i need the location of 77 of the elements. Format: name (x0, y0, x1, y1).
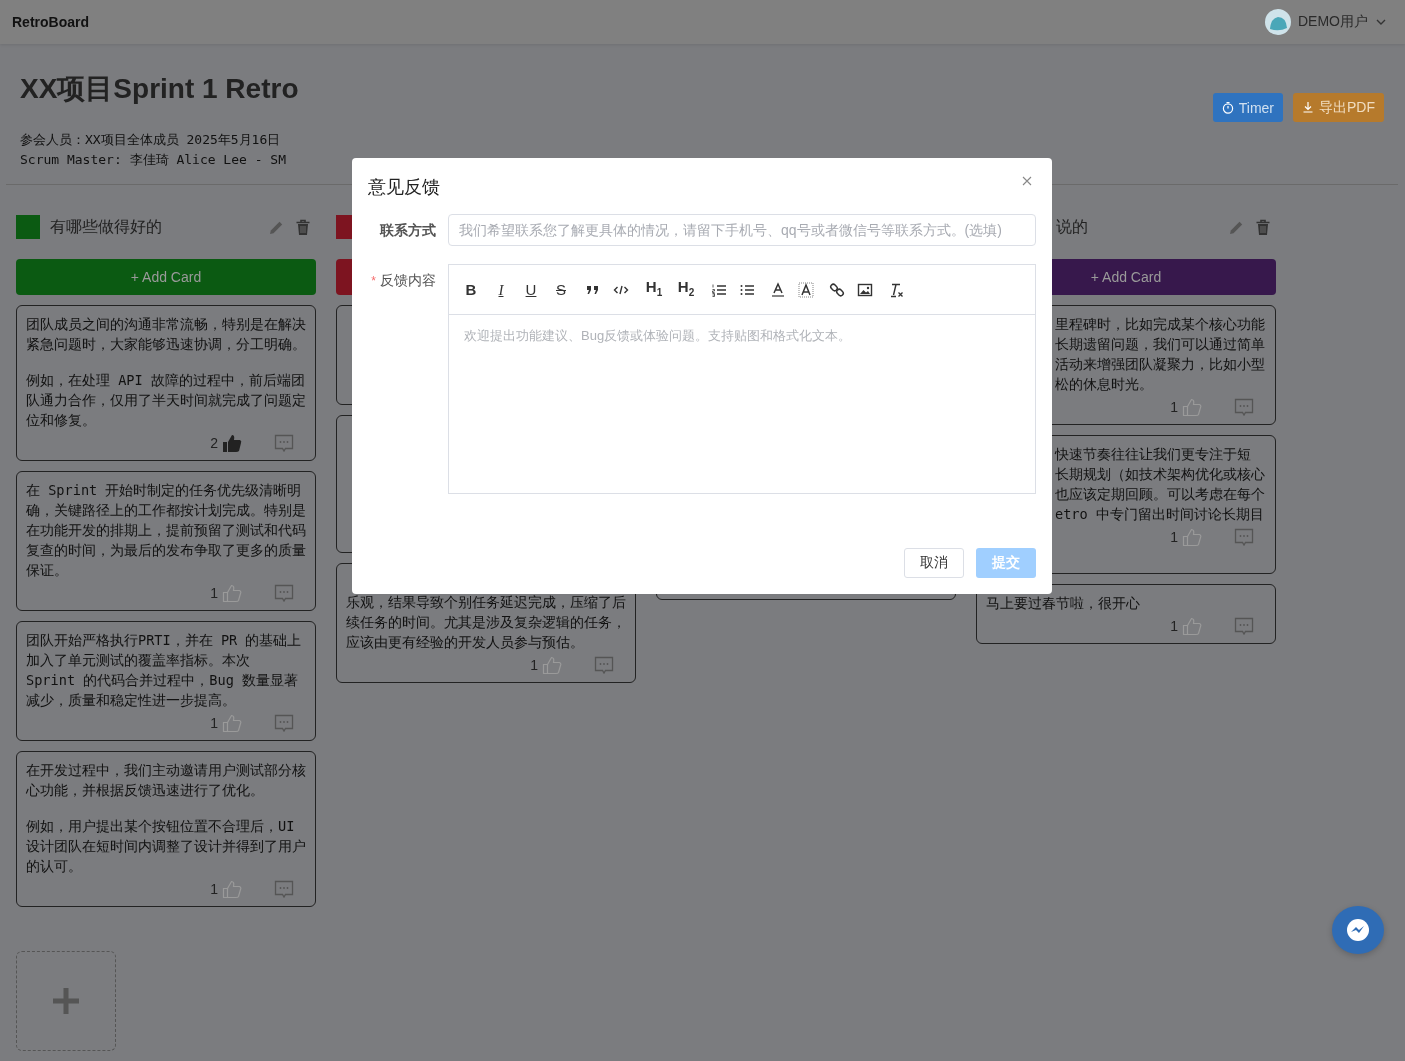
heading-button[interactable]: H$_{2}$ (676, 277, 696, 302)
card-text: 例如，在处理 API 故障的过程中，前后端团队通力合作，仅用了半天时间就完成了问题定位和修复。 (26, 371, 306, 430)
dialog-title: 意见反馈 (368, 176, 440, 199)
meeting-info: Scrum Master: 李佳琦 Alice Lee - SM (20, 151, 287, 169)
underline-button[interactable]: U (522, 280, 540, 299)
field-label: 联系方式 (378, 221, 436, 240)
thumbs-up-icon[interactable] (542, 655, 562, 675)
card-text: 马上要过春节啦，很开心 (986, 594, 1141, 613)
card-text: 也应该定期回顾。可以考虑在每个 (1055, 485, 1266, 504)
like-count: 1 (1170, 529, 1178, 545)
like-count: 1 (530, 657, 538, 673)
card-text: etro 中专门留出时间讨论长期目 (1055, 505, 1265, 524)
comment-icon[interactable] (1234, 398, 1254, 416)
text-color-icon[interactable] (770, 281, 786, 298)
like-count: 1 (210, 881, 218, 897)
avatar-icon[interactable] (1265, 9, 1291, 35)
board-title: XX项目Sprint 1 Retro (20, 72, 299, 106)
comment-icon[interactable] (274, 880, 294, 898)
chat-button[interactable] (1332, 906, 1384, 954)
trash-icon[interactable] (295, 218, 311, 236)
cancel-button[interactable]: 取消 (904, 548, 964, 578)
timer-button[interactable]: Timer (1212, 93, 1283, 122)
field-label: 反馈内容 (380, 272, 436, 288)
card-text: 活动来增强团队凝聚力，比如小型 (1055, 355, 1266, 374)
card-text: 团队开始严格执行PRTI，并在 PR 的基础上加入了单元测试的覆盖率指标。本次 Sprint 的代码合并过程中，Bug 数量显著减少，质量和稳定性进一步提高。 (26, 631, 303, 710)
column-title: 说的 (1056, 216, 1088, 237)
thumbs-up-icon[interactable] (1182, 616, 1202, 636)
like-count: 2 (210, 435, 218, 451)
card-text: 在开发过程中，我们主动邀请用户测试部分核心功能，并根据反馈迅速进行了优化。 (26, 761, 306, 800)
app-brand[interactable]: RetroBoard (12, 14, 89, 30)
contact-field[interactable]: 我们希望联系您了解更具体的情况，请留下手机号、qq号或者微信号等联系方式。(选填) (448, 214, 1036, 246)
card-text: 例如，用户提出某个按钮位置不合理后，UI 设计团队在短时间内调整了设计并得到了用户的认可。 (26, 817, 306, 876)
close-icon[interactable] (1022, 176, 1032, 186)
card-text: 团队成员之间的沟通非常流畅，特别是在解决紧急问题时，大家能够迅速协调，分工明确。 (26, 315, 306, 354)
comment-icon[interactable] (1234, 617, 1254, 635)
rich-text-editor[interactable]: B I U S H$_{1}$ H$_{2}$ 欢迎提出功能建议、Bug反馈或体验问题。支持贴图和格式化文本。 (448, 264, 1036, 494)
required-mark: * (371, 274, 376, 288)
chat-icon (1346, 918, 1370, 942)
comment-icon[interactable] (274, 714, 294, 732)
bold-button[interactable]: B (462, 280, 480, 299)
like-count: 1 (1170, 399, 1178, 415)
add-column-button[interactable] (16, 951, 116, 1051)
card-text: 长期遗留问题，我们可以通过简单 (1055, 335, 1266, 354)
thumbs-up-icon[interactable] (1182, 527, 1202, 547)
user-name[interactable]: DEMO用户 (1298, 13, 1368, 31)
trash-icon[interactable] (1255, 218, 1271, 236)
clear-format-icon[interactable] (888, 281, 904, 298)
comment-icon[interactable] (274, 584, 294, 602)
thumbs-up-icon[interactable] (222, 583, 242, 603)
thumbs-up-icon[interactable] (1182, 397, 1202, 417)
card-text: 快速节奏往往让我们更专注于短 (1055, 445, 1252, 464)
thumbs-up-icon[interactable] (222, 713, 242, 733)
thumbs-up-filled-icon[interactable] (222, 433, 242, 453)
image-icon[interactable] (857, 281, 873, 298)
column-title: 有哪些做得好的 (50, 216, 162, 237)
like-count: 1 (210, 585, 218, 601)
editor-placeholder: 欢迎提出功能建议、Bug反馈或体验问题。支持贴图和格式化文本。 (464, 327, 853, 345)
card-text: 里程碑时，比如完成某个核心功能 (1055, 315, 1266, 334)
comment-icon[interactable] (1234, 528, 1254, 546)
card-text: 乐观，结果导致个别任务延迟完成，压缩了后续任务的时间。尤其是涉及复杂逻辑的任务，应该由更有经验的开发人员参与预估。 (346, 593, 626, 652)
stopwatch-icon (1221, 101, 1234, 114)
like-count: 1 (210, 715, 218, 731)
link-icon[interactable] (829, 281, 845, 298)
card-text: 松的休息时光。 (1055, 375, 1154, 394)
download-icon (1302, 101, 1314, 114)
card-text: 长期规划（如技术架构优化或核心 (1055, 465, 1266, 484)
meeting-info: 参会人员：XX项目全体成员 2025年5月16日 (20, 131, 282, 149)
italic-button[interactable]: I (492, 280, 510, 299)
comment-icon[interactable] (594, 656, 614, 674)
comment-icon[interactable] (274, 434, 294, 452)
card-text: 在 Sprint 开始时制定的任务优先级清晰明确，关键路径上的工作都按计划完成。特别是在功能开发的排期上，提前预留了测试和代码复查的时间，为最后的发布争取了更多的质量保证。 (26, 481, 306, 580)
strikethrough-button[interactable]: S (552, 280, 570, 299)
like-count: 1 (1170, 618, 1178, 634)
thumbs-up-icon[interactable] (222, 879, 242, 899)
plus-icon (53, 988, 79, 1014)
highlight-icon[interactable] (798, 281, 814, 298)
heading-button[interactable]: H$_{1}$ (644, 277, 664, 302)
